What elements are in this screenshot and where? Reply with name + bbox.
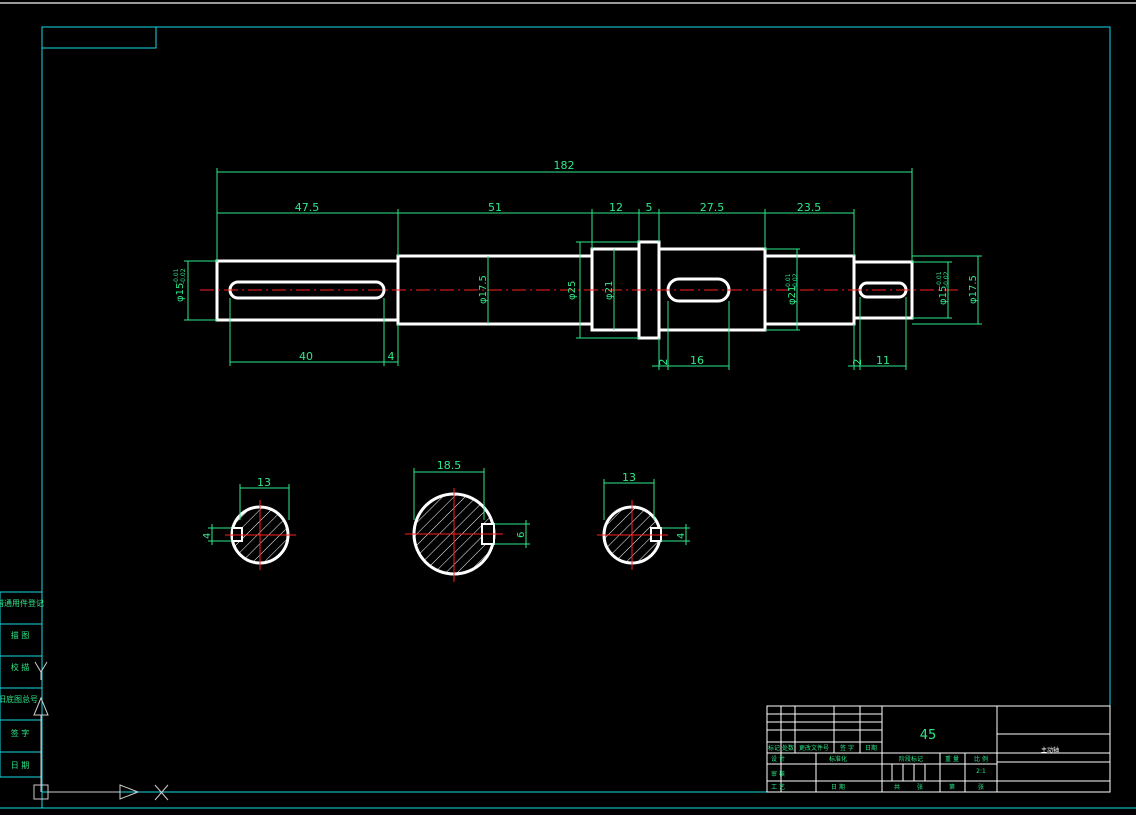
section-left-key: 4 — [202, 533, 213, 539]
dim-overall-length: 182 — [554, 159, 575, 172]
tb-row-label-5: 日期 — [865, 744, 877, 752]
tb-standard: 标准化 — [829, 755, 847, 763]
tb-sheet-no: 第 — [949, 783, 955, 791]
tb-sheet-word-2: 张 — [978, 783, 984, 791]
dimension-lines — [184, 168, 982, 370]
svg-text:-0.02: -0.02 — [792, 273, 799, 289]
title-block: 45 主动轴 标记 处数 更改文件号 签 字 日期 设 计 标准化 审 核 工 … — [766, 705, 1111, 793]
dim-diameter-21-right: φ21 -0.01 -0.02 — [785, 273, 799, 305]
tb-process: 工 艺 — [771, 783, 785, 791]
tb-stage-mark: 阶段标记 — [899, 755, 923, 763]
dim-diameter-17-5-right: φ17.5 — [968, 275, 979, 304]
tb-scale: 比 例 — [974, 755, 988, 763]
side-cell-4: 旧底图总号 — [0, 694, 38, 704]
dim-right-offset: 2 — [851, 359, 864, 366]
section-middle-key: 6 — [516, 532, 527, 538]
svg-text:φ15: φ15 — [175, 283, 186, 302]
dim-segment-3: 12 — [609, 201, 623, 214]
tb-total-sheets: 共 — [894, 783, 900, 791]
drawing-frame — [41, 26, 1111, 808]
section-right-width: 13 — [622, 471, 636, 484]
dim-diameter-17-5-left: φ17.5 — [478, 275, 489, 304]
tb-approve: 日 期 — [831, 783, 845, 791]
dim-segment-2: 51 — [488, 201, 502, 214]
side-cell-5: 签 字 — [11, 728, 30, 738]
dim-segment-5: 27.5 — [700, 201, 725, 214]
dim-mid-offset: 2 — [657, 359, 670, 366]
side-cell-2: 描 图 — [11, 630, 30, 640]
svg-text:-0.01: -0.01 — [936, 271, 943, 287]
svg-text:φ15: φ15 — [938, 286, 949, 305]
tb-row-label-4: 签 字 — [840, 744, 854, 752]
section-right: 13 4 — [597, 471, 690, 570]
section-middle-width: 18.5 — [437, 459, 462, 472]
drawing-canvas: 182 47.5 51 12 5 27.5 23.5 40 4 2 16 2 1… — [0, 2, 1136, 809]
side-cell-1: 借通用件登记 — [0, 598, 44, 608]
section-left-width: 13 — [257, 476, 271, 489]
svg-text:-0.02: -0.02 — [180, 268, 187, 284]
dim-left-keyway: 40 — [299, 350, 313, 363]
dim-right-keyway: 11 — [876, 354, 890, 367]
dim-left-offset: 4 — [388, 350, 395, 363]
tb-scale-value: 2:1 — [976, 768, 986, 775]
dim-mid-keyway: 16 — [690, 354, 704, 367]
tb-weight: 重 量 — [945, 755, 959, 763]
svg-text:-0.02: -0.02 — [943, 271, 950, 287]
tb-row-label-1: 标记 — [768, 744, 780, 752]
tb-row-label-2: 处数 — [782, 744, 794, 752]
side-table: 借通用件登记 描 图 校 描 旧底图总号 签 字 日 期 — [0, 591, 44, 778]
svg-text:-0.01: -0.01 — [173, 268, 180, 284]
side-cell-3: 校 描 — [11, 662, 30, 672]
dim-diameter-21-left: φ21 — [604, 281, 615, 300]
section-right-key: 4 — [676, 533, 687, 539]
tb-review: 审 核 — [771, 770, 785, 778]
tb-designer: 设 计 — [771, 755, 785, 763]
dim-segment-4: 5 — [646, 201, 653, 214]
dim-segment-6: 23.5 — [797, 201, 822, 214]
section-left: 13 4 — [202, 476, 296, 570]
dim-segment-1: 47.5 — [295, 201, 320, 214]
title-part-name: 主动轴 — [1041, 746, 1059, 754]
dim-diameter-right: φ15 -0.01 -0.02 — [936, 271, 950, 305]
svg-text:-0.01: -0.01 — [785, 273, 792, 289]
dim-diameter-25: φ25 — [567, 281, 578, 300]
tb-row-label-3: 更改文件号 — [799, 744, 829, 752]
title-material: 45 — [920, 728, 937, 743]
dim-diameter-left: φ15 -0.01 -0.02 — [173, 268, 187, 302]
section-middle: 18.5 6 — [405, 459, 530, 582]
ucs-y-axis-icon — [33, 661, 49, 792]
side-cell-6: 日 期 — [11, 761, 30, 770]
tb-sheet-word-1: 张 — [917, 783, 923, 791]
